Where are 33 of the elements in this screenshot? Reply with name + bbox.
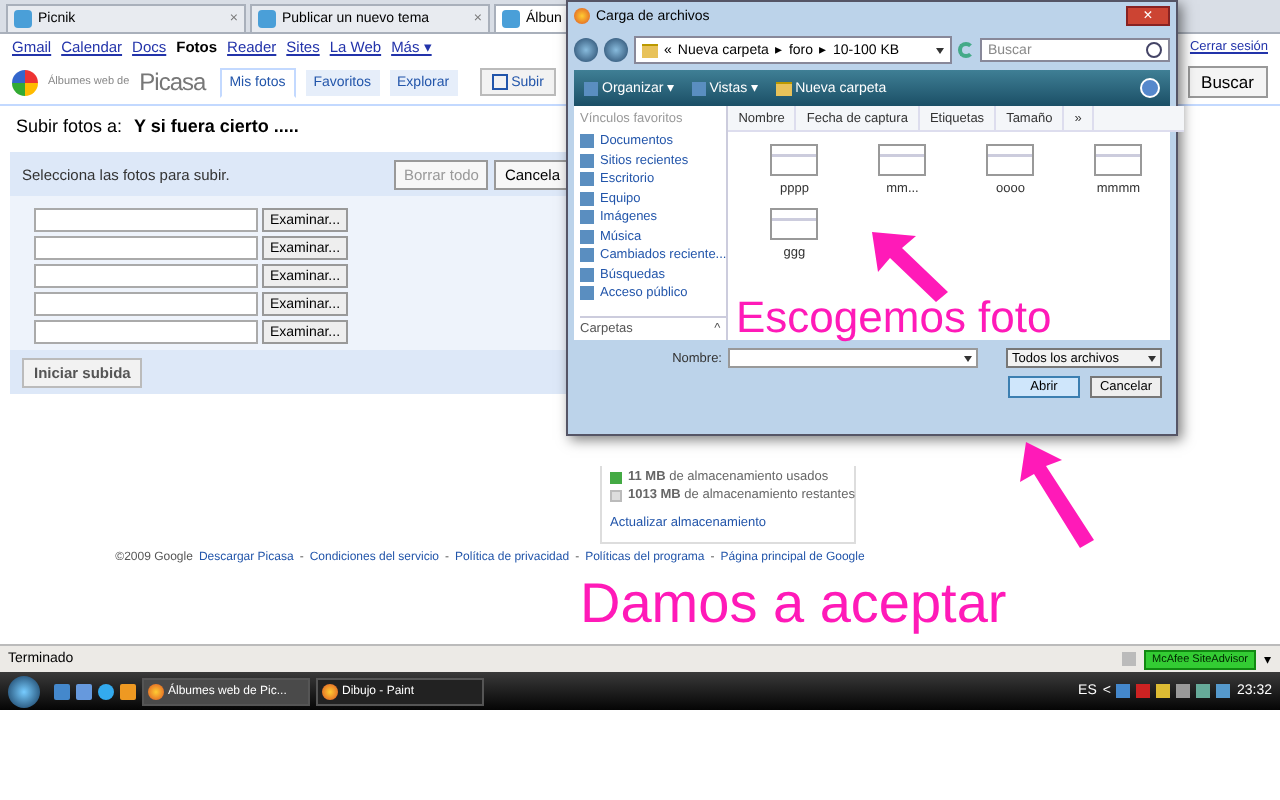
image-thumbnail[interactable] [770, 144, 819, 176]
image-thumbnail[interactable] [1094, 144, 1143, 176]
file-path-field[interactable] [34, 236, 258, 260]
image-thumbnail[interactable] [986, 144, 1035, 176]
forward-icon[interactable] [604, 38, 628, 62]
image-thumbnail[interactable] [878, 144, 927, 176]
page-icon [14, 10, 32, 28]
start-button[interactable] [8, 675, 40, 707]
status-icon [1122, 652, 1136, 666]
folder-icon [642, 43, 658, 57]
annotation-text: Damos a aceptar [580, 576, 1007, 632]
used-storage-icon [610, 471, 622, 483]
free-storage-icon [610, 489, 622, 501]
upload-title: Subir fotos a: [16, 116, 123, 136]
page-icon [502, 10, 520, 28]
help-icon[interactable] [1140, 78, 1160, 98]
file-path-field[interactable] [34, 292, 258, 316]
image-thumbnail[interactable] [770, 208, 819, 240]
album-name: Y si fuera cierto ..... [134, 116, 299, 136]
search-button[interactable]: Buscar [1187, 66, 1268, 98]
refresh-icon[interactable] [958, 42, 974, 58]
close-button[interactable]: × [1126, 6, 1170, 26]
file-name-field[interactable] [728, 348, 978, 368]
dropdown-arrow-icon[interactable] [936, 47, 944, 53]
file-path-field[interactable] [34, 320, 258, 344]
logo-icon [12, 69, 38, 95]
back-icon[interactable] [574, 38, 598, 62]
annotation-text: Escogemos foto [736, 296, 1052, 340]
app-icon [574, 8, 590, 24]
file-path-field[interactable] [34, 208, 258, 232]
page-icon [258, 10, 276, 28]
file-path-field[interactable] [34, 264, 258, 288]
logo-text: Picasa [139, 68, 206, 96]
